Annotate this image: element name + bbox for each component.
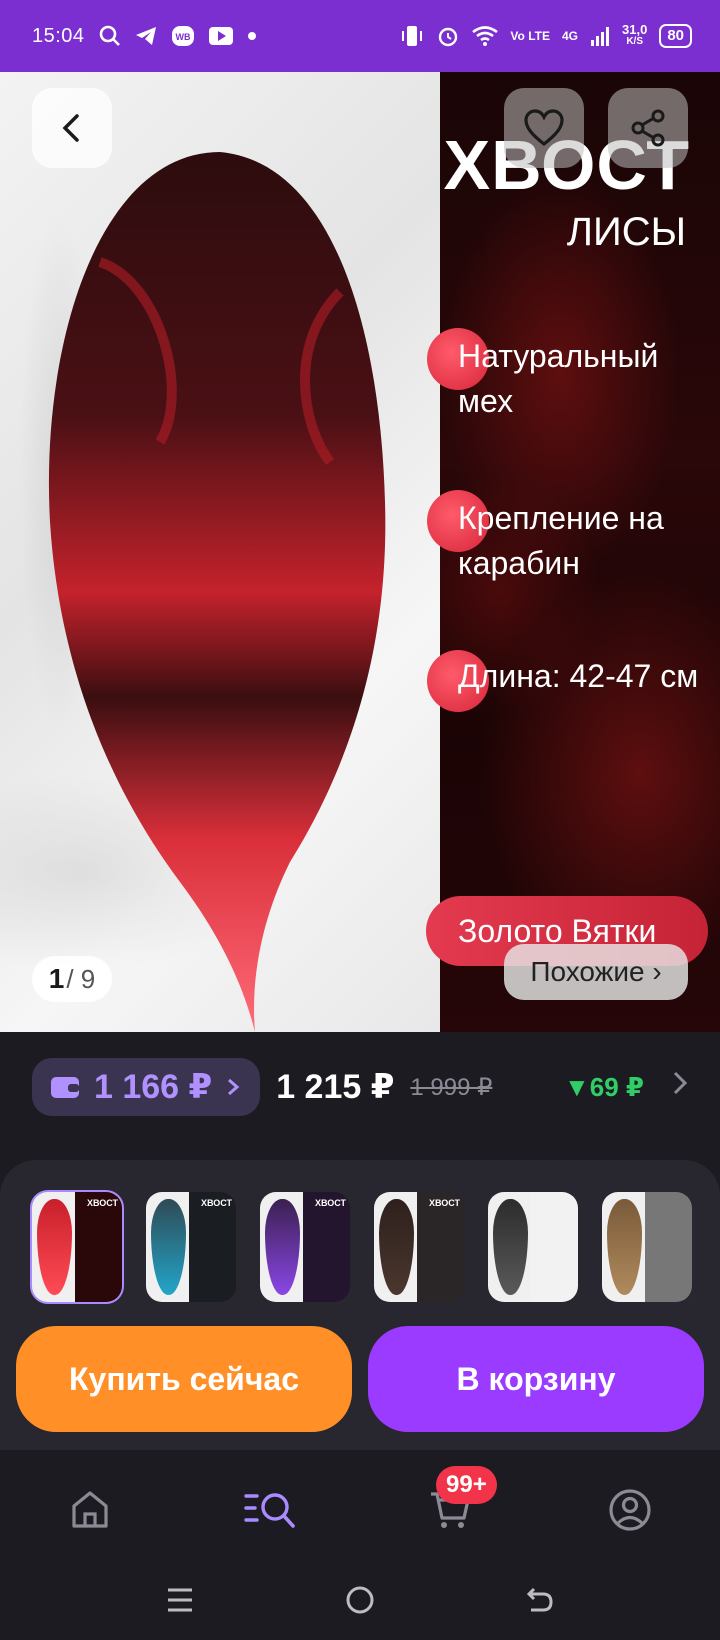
thumbnail-panel <box>417 1192 464 1302</box>
buy-now-button[interactable]: Купить сейчас <box>16 1326 352 1432</box>
profile-icon <box>609 1489 651 1531</box>
variant-thumbnail[interactable]: ХВОСТ <box>30 1190 124 1304</box>
wb-icon: WB <box>171 26 194 46</box>
feature-text: Крепление на карабин <box>458 500 664 581</box>
variant-thumbnail[interactable]: ХВОСТ <box>374 1192 464 1302</box>
variant-thumbnail[interactable]: ХВОСТ <box>146 1192 236 1302</box>
bottom-navigation <box>0 1450 720 1560</box>
wallet-price-button[interactable]: 1 166 ₽ <box>32 1058 261 1116</box>
network-speed: 31,0 K/S <box>622 22 648 48</box>
home-system-button[interactable] <box>338 1578 382 1622</box>
variant-thumbnail[interactable] <box>488 1192 578 1302</box>
favorite-button[interactable] <box>504 88 584 168</box>
telegram-icon <box>135 27 156 45</box>
share-button[interactable] <box>608 88 688 168</box>
menu-icon <box>168 1588 192 1612</box>
network-speed-unit: K/S <box>626 36 643 47</box>
svg-text:WB: WB <box>175 32 190 42</box>
nav-catalog[interactable] <box>240 1480 300 1540</box>
youtube-icon <box>208 27 233 45</box>
back-button[interactable] <box>32 88 112 168</box>
add-to-cart-button[interactable]: В корзину <box>368 1326 704 1432</box>
image-counter-total: / 9 <box>66 963 96 994</box>
thumbnail-title: ХВОСТ <box>86 1198 118 1208</box>
cart-badge: 99+ <box>436 1466 497 1504</box>
image-subtitle: ЛИСЫ <box>566 210 686 254</box>
similar-button[interactable]: Похожие › <box>504 944 688 1000</box>
thumbnail-title: ХВОСТ <box>200 1198 232 1208</box>
network-speed-value: 31,0 <box>622 22 648 37</box>
status-time: 15:04 <box>32 24 85 47</box>
share-icon <box>631 109 665 147</box>
price-details-button[interactable] <box>672 1070 688 1104</box>
heart-icon <box>524 109 564 147</box>
thumbnail-panel <box>75 1192 122 1302</box>
status-bar: 15:04 WB Vo LTE 4G 31,0 K/S 80 <box>0 0 720 72</box>
thumbnail-panel <box>189 1192 236 1302</box>
wallet-price: 1 166 ₽ <box>94 1068 213 1106</box>
volte-indicator: Vo LTE <box>510 29 550 43</box>
home-icon <box>72 1491 108 1528</box>
price-bar: 1 166 ₽ 1 215 ₽ 1 999 ₽ ▼69 ₽ <box>0 1032 720 1142</box>
chevron-right-icon <box>228 1078 240 1096</box>
menu-button[interactable] <box>158 1578 202 1622</box>
thumbnail-title: ХВОСТ <box>314 1198 346 1208</box>
feature-text: Длина: 42-47 см <box>458 658 699 694</box>
old-price: 1 999 ₽ <box>410 1073 493 1101</box>
image-counter: 1 / 9 <box>32 956 112 1002</box>
feature-text: Натуральный мех <box>458 338 659 419</box>
alarm-icon <box>439 27 458 47</box>
battery-indicator: 80 <box>659 24 692 48</box>
variant-thumbnail[interactable]: ХВОСТ <box>260 1192 350 1302</box>
network-type: 4G <box>561 29 578 43</box>
thumbnail-panel <box>531 1192 578 1302</box>
catalog-search-icon <box>244 1493 295 1528</box>
variant-thumbnail[interactable] <box>602 1192 692 1302</box>
nav-home[interactable] <box>60 1480 120 1540</box>
notification-dot-icon <box>247 32 256 40</box>
product-image-gallery[interactable]: ХВОСТ ЛИСЫ Натуральный мех Крепление на … <box>0 72 720 1032</box>
wifi-icon <box>472 26 499 46</box>
thumbnail-title: ХВОСТ <box>428 1198 460 1208</box>
thumbnail-panel <box>645 1192 692 1302</box>
vibrate-icon <box>402 26 423 46</box>
thumbnail-panel <box>303 1192 350 1302</box>
back-arrow-icon <box>526 1587 553 1612</box>
back-system-button[interactable] <box>518 1578 562 1622</box>
variants-panel: ХВОСТ ХВОСТ ХВОСТ ХВОСТ <box>0 1160 720 1490</box>
image-counter-current: 1 <box>48 963 65 994</box>
current-price: 1 215 ₽ <box>276 1068 395 1106</box>
variant-thumbnails: ХВОСТ ХВОСТ ХВОСТ ХВОСТ <box>30 1190 692 1304</box>
circle-icon <box>346 1586 374 1614</box>
system-navigation <box>0 1560 720 1640</box>
price-drop: ▼69 ₽ <box>564 1071 644 1102</box>
wallet-icon <box>51 1077 79 1098</box>
search-icon <box>99 25 120 46</box>
nav-profile[interactable] <box>600 1480 660 1540</box>
signal-icon <box>591 27 609 46</box>
fox-tail-image <box>48 152 386 1032</box>
chevron-left-icon <box>62 114 79 142</box>
chevron-right-icon <box>673 1071 688 1095</box>
